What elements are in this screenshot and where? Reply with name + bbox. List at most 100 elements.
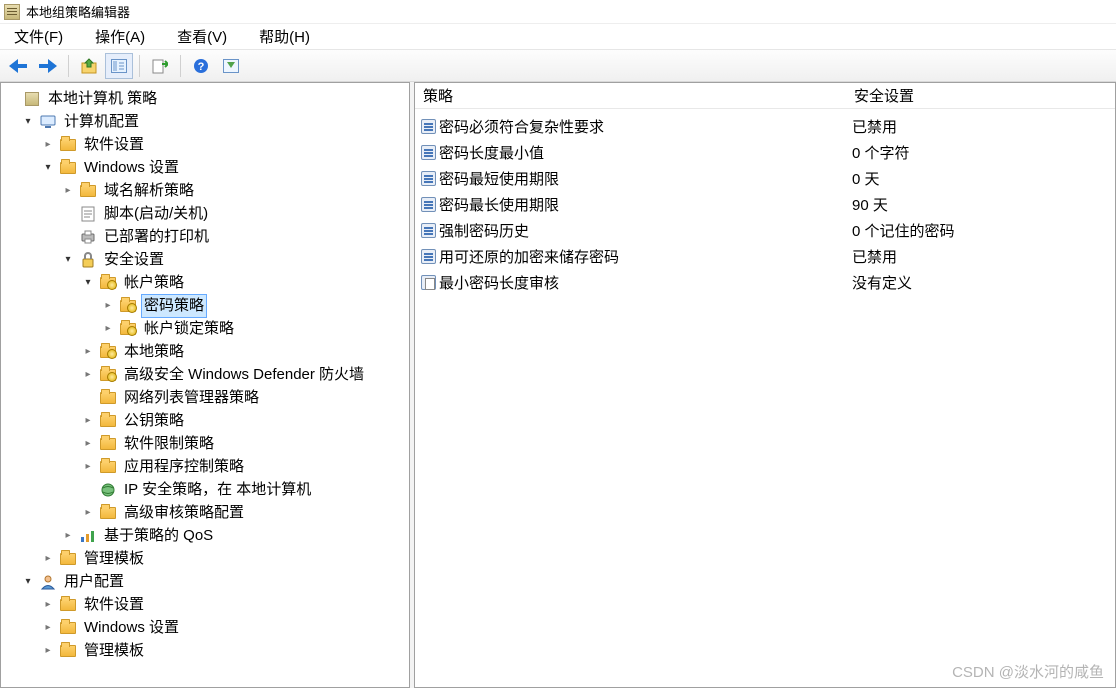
tree[interactable]: 本地计算机 策略 计算机配置 软件设置 Windows 设置 域名解析策略 脚本… [1, 83, 409, 666]
tree-dns-policy[interactable]: 域名解析策略 [61, 179, 409, 202]
toolbar-separator [68, 55, 69, 77]
tree-label: 帐户策略 [121, 272, 187, 294]
svg-text:?: ? [198, 61, 205, 73]
expander-icon[interactable] [21, 571, 35, 593]
list-body: 密码必须符合复杂性要求已禁用密码长度最小值0 个字符密码最短使用期限0 天密码最… [415, 109, 1115, 299]
tree-ip-security[interactable]: IP 安全策略，在 本地计算机 [81, 478, 409, 501]
expander-icon[interactable] [41, 594, 55, 616]
policy-row[interactable]: 密码长度最小值0 个字符 [417, 139, 1113, 165]
folder-icon [59, 643, 77, 659]
help-button[interactable]: ? [187, 53, 215, 79]
expander-icon[interactable] [81, 272, 95, 294]
menu-help[interactable]: 帮助(H) [251, 24, 318, 49]
expander-icon[interactable] [41, 157, 55, 179]
expander-icon[interactable] [61, 525, 75, 547]
tree-pane[interactable]: 本地计算机 策略 计算机配置 软件设置 Windows 设置 域名解析策略 脚本… [0, 82, 410, 688]
policy-row[interactable]: 用可还原的加密来储存密码已禁用 [417, 243, 1113, 269]
tree-label: 本地计算机 策略 [45, 88, 160, 110]
menu-file[interactable]: 文件(F) [6, 24, 71, 49]
tree-advanced-audit[interactable]: 高级审核策略配置 [81, 501, 409, 524]
tree-defender-firewall[interactable]: 高级安全 Windows Defender 防火墙 [81, 363, 409, 386]
policy-value: 已禁用 [852, 246, 1113, 267]
policy-row[interactable]: 密码最长使用期限90 天 [417, 191, 1113, 217]
tree-label: 密码策略 [141, 294, 207, 318]
tree-u-admin[interactable]: 管理模板 [41, 639, 409, 662]
expander-icon[interactable] [41, 617, 55, 639]
menubar: 文件(F) 操作(A) 查看(V) 帮助(H) [0, 24, 1116, 50]
menu-action[interactable]: 操作(A) [87, 24, 153, 49]
export-button[interactable] [146, 53, 174, 79]
expander-icon[interactable] [81, 433, 95, 455]
expander-icon[interactable] [41, 134, 55, 156]
tree-deployed-printers[interactable]: 已部署的打印机 [61, 225, 409, 248]
window-title: 本地组策略编辑器 [26, 2, 130, 21]
expander-icon[interactable] [21, 111, 35, 133]
filter-button[interactable] [217, 53, 245, 79]
tree-scripts[interactable]: 脚本(启动/关机) [61, 202, 409, 225]
folder-lock-icon [99, 367, 117, 383]
policy-row[interactable]: 密码最短使用期限0 天 [417, 165, 1113, 191]
tree-label: 安全设置 [101, 249, 167, 271]
tree-label: 软件设置 [81, 594, 147, 616]
expander-icon[interactable] [61, 180, 75, 202]
tree-software-settings[interactable]: 软件设置 [41, 133, 409, 156]
mmc-icon [4, 4, 20, 20]
tree-password-policy[interactable]: 密码策略 [101, 294, 409, 317]
tree-network-list[interactable]: 网络列表管理器策略 [81, 386, 409, 409]
expander-icon[interactable] [81, 341, 95, 363]
tree-u-windows[interactable]: Windows 设置 [41, 616, 409, 639]
tree-label: IP 安全策略，在 本地计算机 [121, 479, 314, 501]
back-button[interactable] [4, 53, 32, 79]
policy-icon [417, 275, 439, 290]
policy-value: 0 天 [852, 168, 1113, 189]
tree-account-policies[interactable]: 帐户策略 [81, 271, 409, 294]
expander-icon[interactable] [81, 410, 95, 432]
policy-icon [417, 223, 439, 238]
policy-row[interactable]: 密码必须符合复杂性要求已禁用 [417, 113, 1113, 139]
up-button[interactable] [75, 53, 103, 79]
expander-icon[interactable] [41, 640, 55, 662]
column-policy[interactable]: 策略 [415, 85, 850, 106]
expander-icon[interactable] [101, 318, 115, 340]
tree-label: 计算机配置 [61, 111, 142, 133]
tree-label: 高级安全 Windows Defender 防火墙 [121, 364, 367, 386]
folder-icon [99, 505, 117, 521]
tree-software-restriction[interactable]: 软件限制策略 [81, 432, 409, 455]
expander-icon[interactable] [81, 456, 95, 478]
tree-label: 高级审核策略配置 [121, 502, 247, 524]
tree-admin-templates[interactable]: 管理模板 [41, 547, 409, 570]
tree-app-control[interactable]: 应用程序控制策略 [81, 455, 409, 478]
policy-value: 90 天 [852, 194, 1113, 215]
forward-button[interactable] [34, 53, 62, 79]
policy-row[interactable]: 最小密码长度审核没有定义 [417, 269, 1113, 295]
tree-label: Windows 设置 [81, 157, 182, 179]
tree-account-lockout[interactable]: 帐户锁定策略 [101, 317, 409, 340]
view-list-button[interactable] [105, 53, 133, 79]
tree-root[interactable]: 本地计算机 策略 [1, 87, 409, 110]
expander-icon[interactable] [61, 249, 75, 271]
tree-computer-config[interactable]: 计算机配置 [21, 110, 409, 133]
tree-windows-settings[interactable]: Windows 设置 [41, 156, 409, 179]
policy-name: 密码必须符合复杂性要求 [439, 116, 852, 137]
policy-row[interactable]: 强制密码历史0 个记住的密码 [417, 217, 1113, 243]
list-pane[interactable]: 策略 安全设置 密码必须符合复杂性要求已禁用密码长度最小值0 个字符密码最短使用… [414, 82, 1116, 688]
expander-icon[interactable] [41, 548, 55, 570]
expander-icon[interactable] [81, 502, 95, 524]
menu-view[interactable]: 查看(V) [169, 24, 235, 49]
tree-u-software[interactable]: 软件设置 [41, 593, 409, 616]
expander-icon[interactable] [101, 295, 115, 317]
policy-value: 已禁用 [852, 116, 1113, 137]
tree-security-settings[interactable]: 安全设置 [61, 248, 409, 271]
tree-label: 基于策略的 QoS [101, 525, 216, 547]
expander-icon[interactable] [81, 364, 95, 386]
policy-value: 没有定义 [852, 272, 1113, 293]
tree-user-config[interactable]: 用户配置 [21, 570, 409, 593]
policy-icon [417, 145, 439, 160]
tree-label: 域名解析策略 [101, 180, 197, 202]
column-setting[interactable]: 安全设置 [850, 85, 1115, 106]
tree-policy-qos[interactable]: 基于策略的 QoS [61, 524, 409, 547]
tree-public-key[interactable]: 公钥策略 [81, 409, 409, 432]
globe-icon [99, 482, 117, 498]
tree-label: 网络列表管理器策略 [121, 387, 262, 409]
tree-local-policies[interactable]: 本地策略 [81, 340, 409, 363]
